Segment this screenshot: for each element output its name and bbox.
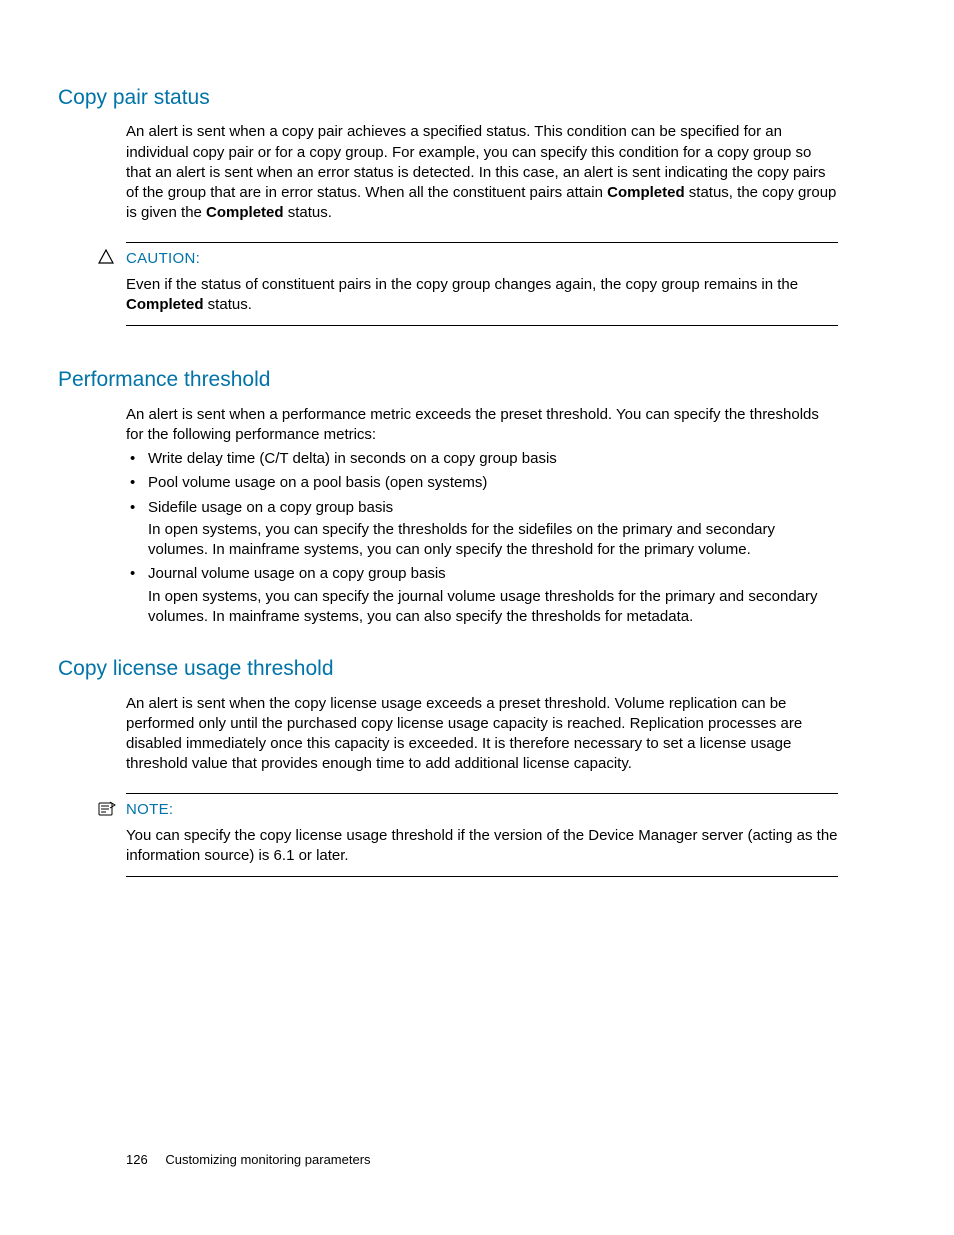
- caution-label: CAUTION:: [126, 249, 838, 269]
- footer-chapter: Customizing monitoring parameters: [165, 1152, 370, 1167]
- heading-copy-pair-status: Copy pair status: [58, 84, 896, 112]
- page-footer: 126 Customizing monitoring parameters: [126, 1151, 371, 1169]
- bold-completed-3: Completed: [126, 296, 204, 313]
- note-icon: [98, 800, 116, 822]
- paragraph-performance-threshold: An alert is sent when a performance metr…: [126, 405, 838, 628]
- bullet-head: Pool volume usage on a pool basis (open …: [148, 474, 487, 491]
- bullet-body: In open systems, you can specify the jou…: [148, 587, 838, 628]
- bullet-head: Journal volume usage on a copy group bas…: [148, 565, 446, 582]
- caution-admonition: CAUTION: Even if the status of constitue…: [126, 242, 838, 327]
- bold-completed-1: Completed: [607, 184, 685, 201]
- text: status.: [284, 204, 332, 221]
- license-para: An alert is sent when the copy license u…: [126, 694, 838, 775]
- list-item: Write delay time (C/T delta) in seconds …: [126, 449, 838, 469]
- bullet-body: In open systems, you can specify the thr…: [148, 520, 838, 561]
- bullet-head: Sidefile usage on a copy group basis: [148, 499, 393, 516]
- text: status.: [204, 296, 252, 313]
- list-item: Sidefile usage on a copy group basis In …: [126, 498, 838, 561]
- bullet-head: Write delay time (C/T delta) in seconds …: [148, 450, 557, 467]
- note-admonition: NOTE: You can specify the copy license u…: [126, 793, 838, 878]
- page-number: 126: [126, 1152, 148, 1167]
- document-page: Copy pair status An alert is sent when a…: [0, 0, 954, 1235]
- perf-metrics-list: Write delay time (C/T delta) in seconds …: [126, 449, 838, 627]
- paragraph-copy-license: An alert is sent when the copy license u…: [126, 694, 838, 775]
- heading-performance-threshold: Performance threshold: [58, 366, 896, 394]
- text: Even if the status of constituent pairs …: [126, 276, 798, 293]
- caution-icon: [98, 249, 114, 271]
- list-item: Journal volume usage on a copy group bas…: [126, 564, 838, 627]
- list-item: Pool volume usage on a pool basis (open …: [126, 473, 838, 493]
- heading-copy-license-usage-threshold: Copy license usage threshold: [58, 655, 896, 683]
- note-text: You can specify the copy license usage t…: [126, 826, 838, 867]
- bold-completed-2: Completed: [206, 204, 284, 221]
- note-label: NOTE:: [126, 800, 838, 820]
- perf-intro: An alert is sent when a performance metr…: [126, 405, 838, 446]
- caution-text: Even if the status of constituent pairs …: [126, 275, 838, 316]
- paragraph-copy-pair-status: An alert is sent when a copy pair achiev…: [126, 122, 838, 223]
